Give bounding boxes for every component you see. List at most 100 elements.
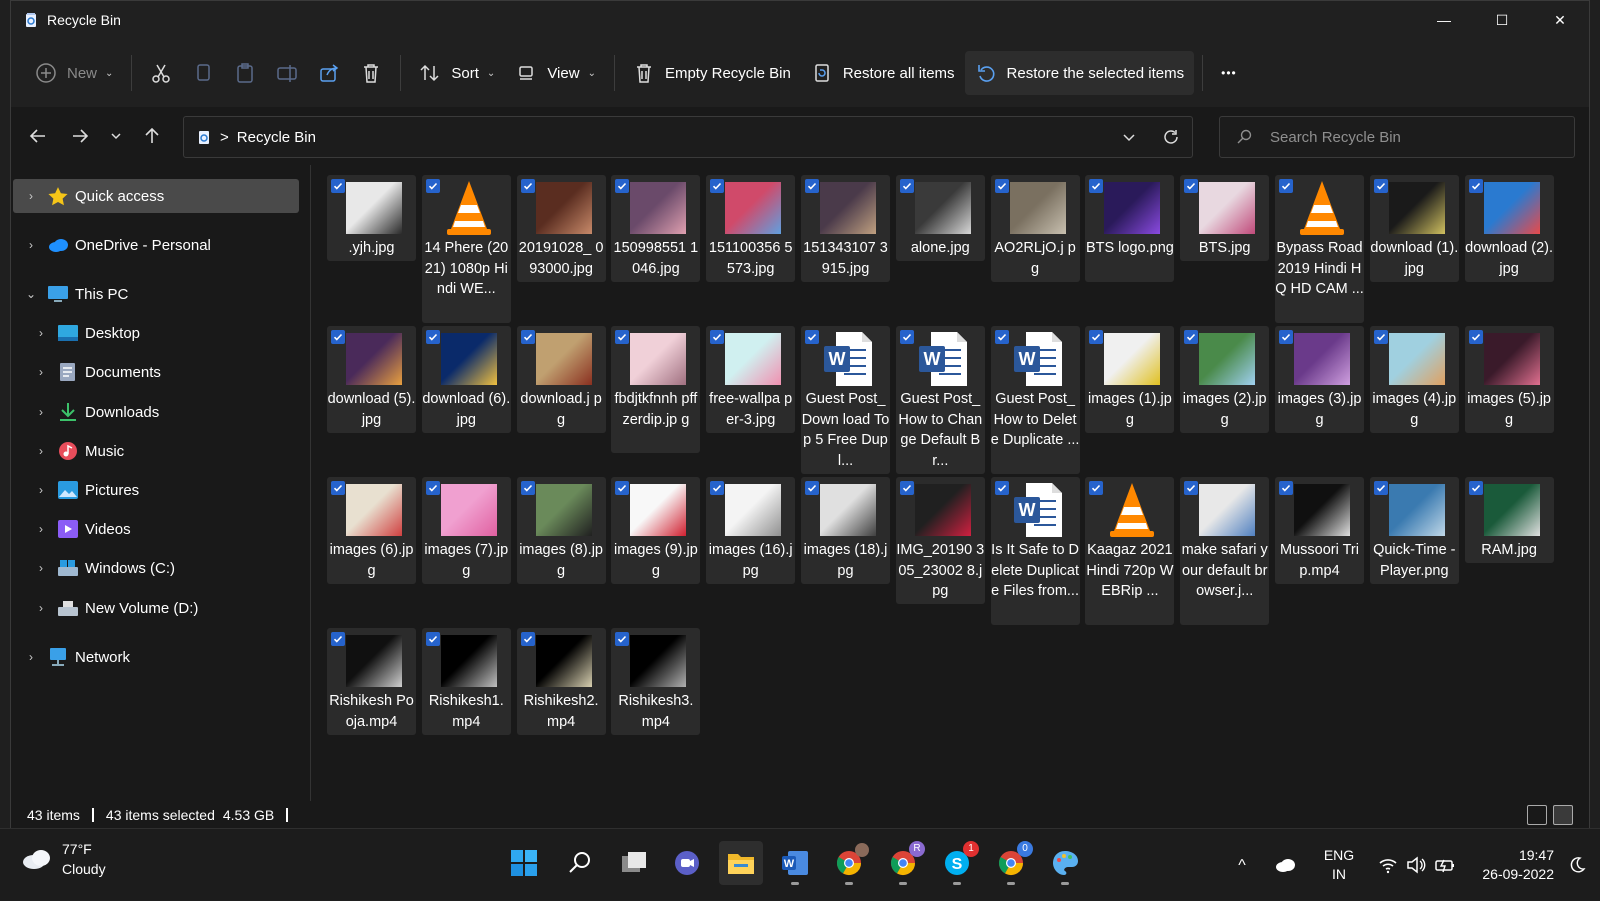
volume-icon[interactable] [1406, 856, 1426, 874]
checkbox-checked-icon[interactable] [425, 632, 440, 646]
cut-button[interactable] [140, 51, 182, 95]
file-tile[interactable]: images (7).jpg [421, 477, 511, 584]
file-tile[interactable]: download.j pg [516, 326, 606, 433]
sidebar-item-network[interactable]: › Network [13, 640, 299, 674]
checkbox-checked-icon[interactable] [331, 481, 345, 495]
tray-overflow-chevron[interactable]: ^ [1224, 856, 1260, 875]
chrome-profile-0-taskbar-button[interactable]: 0 [989, 841, 1033, 885]
checkbox-checked-icon[interactable] [1089, 481, 1104, 495]
sidebar-item-new-volume-d[interactable]: › New Volume (D:) [13, 591, 299, 625]
checkbox-checked-icon[interactable] [425, 179, 440, 193]
copy-button[interactable] [182, 51, 224, 95]
file-tile[interactable]: download (5).jpg [327, 326, 416, 433]
checkbox-checked-icon[interactable] [1373, 330, 1388, 344]
file-tile[interactable]: download (1).jpg [1369, 175, 1459, 282]
sidebar-item-quick-access[interactable]: › Quick access [13, 179, 299, 213]
checkbox-checked-icon[interactable] [710, 481, 725, 495]
share-button[interactable] [308, 51, 350, 95]
word-taskbar-button[interactable]: W [773, 841, 817, 885]
file-tile[interactable]: images (1).jpg [1085, 326, 1175, 433]
restore-all-button[interactable]: Restore all items [801, 51, 965, 95]
file-tile[interactable]: 14 Phere (2021) 1080p Hindi WE... [421, 175, 511, 323]
file-tile[interactable]: Rishikesh2. mp4 [516, 628, 606, 735]
up-button[interactable] [131, 116, 173, 156]
file-tile[interactable]: 151100356 5573.jpg [706, 175, 796, 282]
more-options-button[interactable]: ••• [1211, 51, 1247, 95]
checkbox-checked-icon[interactable] [805, 330, 819, 344]
empty-recycle-bin-button[interactable]: Empty Recycle Bin [623, 51, 801, 95]
checkbox-checked-icon[interactable] [994, 179, 1009, 193]
checkbox-checked-icon[interactable] [805, 481, 819, 495]
checkbox-checked-icon[interactable] [1089, 330, 1104, 344]
checkbox-checked-icon[interactable] [710, 179, 725, 193]
checkbox-checked-icon[interactable] [1468, 330, 1483, 344]
file-tile[interactable]: Rishikesh1. mp4 [421, 628, 511, 735]
checkbox-checked-icon[interactable] [520, 632, 535, 646]
sidebar-item-documents[interactable]: › Documents [13, 355, 299, 389]
start-button[interactable] [502, 841, 546, 885]
search-button[interactable] [558, 841, 602, 885]
battery-charging-icon[interactable] [1434, 856, 1456, 874]
checkbox-checked-icon[interactable] [1279, 330, 1293, 344]
breadcrumb-recycle-bin[interactable]: Recycle Bin [237, 129, 316, 146]
file-tile[interactable]: BTS logo.png [1085, 175, 1175, 282]
focus-assist-moon-icon[interactable] [1568, 856, 1586, 874]
checkbox-checked-icon[interactable] [994, 330, 1009, 344]
checkbox-checked-icon[interactable] [994, 481, 1009, 495]
checkbox-checked-icon[interactable] [520, 179, 535, 193]
file-tile[interactable]: images (16).jpg [706, 477, 796, 584]
checkbox-checked-icon[interactable] [1089, 179, 1104, 193]
input-language-indicator[interactable]: ENG IN [1310, 846, 1368, 884]
rename-button[interactable] [266, 51, 308, 95]
chevron-right-icon[interactable]: › [21, 189, 41, 203]
chrome-profile-r-taskbar-button[interactable]: R [881, 841, 925, 885]
checkbox-checked-icon[interactable] [615, 632, 630, 646]
chevron-right-icon[interactable]: › [31, 601, 51, 615]
restore-selected-button[interactable]: Restore the selected items [964, 51, 1195, 95]
checkbox-checked-icon[interactable] [1184, 179, 1199, 193]
sidebar-item-pictures[interactable]: › Pictures [13, 473, 299, 507]
paste-button[interactable] [224, 51, 266, 95]
paint-taskbar-button[interactable] [1043, 841, 1087, 885]
sidebar-item-videos[interactable]: › Videos [13, 512, 299, 546]
file-tile[interactable]: Bypass Road 2019 Hindi HQ HD CAM ... [1275, 175, 1364, 323]
file-tile[interactable]: images (4).jpg [1369, 326, 1459, 433]
clock[interactable]: 19:47 26-09-2022 [1462, 846, 1554, 884]
address-dropdown-button[interactable] [1108, 117, 1150, 157]
task-view-button[interactable] [612, 841, 656, 885]
details-view-button[interactable] [1527, 805, 1547, 825]
chevron-right-icon[interactable]: › [21, 650, 41, 664]
checkbox-checked-icon[interactable] [331, 179, 345, 193]
checkbox-checked-icon[interactable] [899, 481, 914, 495]
file-tile[interactable]: Rishikesh3. mp4 [611, 628, 701, 735]
file-tile[interactable]: W Guest Post_How to Change Default Br... [895, 326, 985, 474]
file-tile[interactable]: download (6).jpg [421, 326, 511, 433]
close-button[interactable]: ✕ [1531, 1, 1589, 39]
address-bar[interactable]: > Recycle Bin [183, 116, 1193, 158]
file-tile[interactable]: W Is It Safe to Delete Duplicate Files fr… [990, 477, 1080, 625]
minimize-button[interactable]: — [1415, 1, 1473, 39]
file-tile[interactable]: AO2RLjO.j pg [990, 175, 1080, 282]
checkbox-checked-icon[interactable] [1184, 481, 1199, 495]
file-tile[interactable]: images (2).jpg [1180, 326, 1270, 433]
checkbox-checked-icon[interactable] [1184, 330, 1199, 344]
file-tile[interactable]: W Guest Post_How to Delete Duplicate ... [990, 326, 1080, 474]
maximize-button[interactable]: ☐ [1473, 1, 1531, 39]
file-tile[interactable]: .yjh.jpg [327, 175, 416, 261]
checkbox-checked-icon[interactable] [615, 179, 630, 193]
file-tile[interactable]: download (2).jpg [1464, 175, 1554, 282]
chrome-taskbar-button[interactable] [827, 841, 871, 885]
checkbox-checked-icon[interactable] [331, 330, 345, 344]
checkbox-checked-icon[interactable] [425, 481, 440, 495]
chevron-right-icon[interactable]: › [31, 326, 51, 340]
file-tile[interactable]: Quick-Time -Player.png [1369, 477, 1459, 584]
checkbox-checked-icon[interactable] [899, 330, 914, 344]
onedrive-cloud-icon[interactable] [1274, 857, 1296, 873]
file-tile[interactable]: images (9).jpg [611, 477, 701, 584]
sidebar-item-this-pc[interactable]: ⌄ This PC [13, 277, 299, 311]
checkbox-checked-icon[interactable] [615, 330, 630, 344]
checkbox-checked-icon[interactable] [1373, 179, 1388, 193]
chevron-right-icon[interactable]: › [31, 561, 51, 575]
back-button[interactable] [17, 116, 59, 156]
file-tile[interactable]: fbdjtkfnnh pffzerdip.jp g [611, 326, 701, 453]
